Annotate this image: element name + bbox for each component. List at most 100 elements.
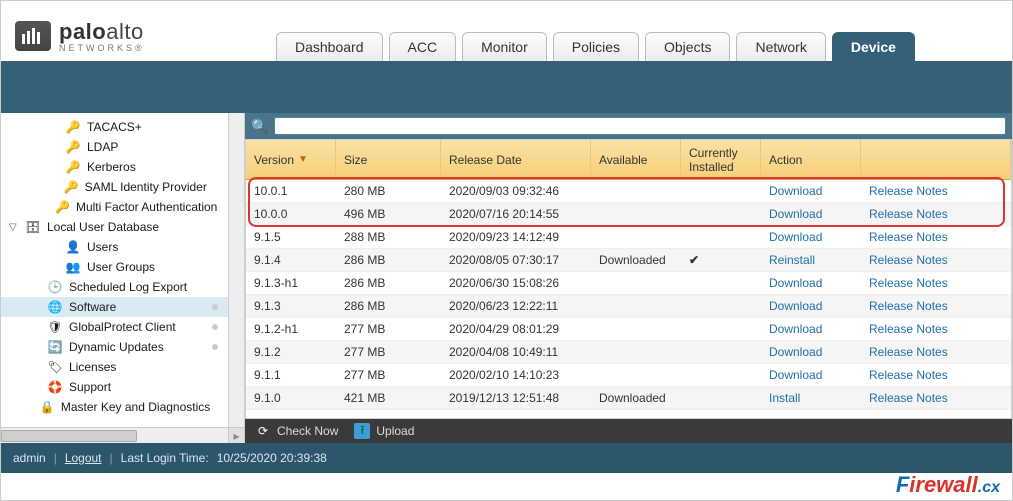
tab-dashboard[interactable]: Dashboard	[276, 32, 383, 61]
cell-action: Download	[761, 345, 861, 359]
logout-link[interactable]: Logout	[65, 451, 102, 465]
table-row[interactable]: 10.0.0496 MB2020/07/16 20:14:55DownloadR…	[246, 203, 1011, 226]
upload-button[interactable]: ⭱ Upload	[354, 423, 414, 439]
sidebar-h-scrollbar[interactable]: ▸	[1, 427, 244, 443]
col-release-date[interactable]: Release Date	[441, 140, 591, 179]
cell-notes-link[interactable]: Release Notes	[869, 184, 948, 198]
license-icon: 🏷	[47, 359, 63, 375]
cell-notes-link[interactable]: Release Notes	[869, 299, 948, 313]
brand-subtitle: NETWORKS®	[59, 43, 145, 53]
cell-action-link[interactable]: Download	[769, 184, 822, 198]
sidebar-item-saml-identity-provider[interactable]: 🔑SAML Identity Provider	[1, 177, 228, 197]
sidebar-item-kerberos[interactable]: 🔑Kerberos	[1, 157, 228, 177]
sidebar-item-label: Local User Database	[47, 220, 159, 234]
software-table: Version▼ Size Release Date Available Cur…	[245, 139, 1012, 419]
sidebar-item-master-key-and-diagnostics[interactable]: 🔒Master Key and Diagnostics	[1, 397, 228, 417]
cell-notes-link[interactable]: Release Notes	[869, 345, 948, 359]
check-now-button[interactable]: ⟳ Check Now	[255, 423, 338, 439]
col-action[interactable]: Action	[761, 140, 861, 179]
sidebar-item-user-groups[interactable]: 👥User Groups	[1, 257, 228, 277]
cell-date: 2020/08/05 07:30:17	[441, 253, 591, 267]
group-icon: 👥	[65, 259, 81, 275]
sidebar-item-licenses[interactable]: 🏷 Licenses	[1, 357, 228, 377]
cell-action: Download	[761, 276, 861, 290]
sidebar-item-ldap[interactable]: 🔑 LDAP	[1, 137, 228, 157]
table-row[interactable]: 10.0.1280 MB2020/09/03 09:32:46DownloadR…	[246, 180, 1011, 203]
tab-policies[interactable]: Policies	[553, 32, 639, 61]
cell-action: Reinstall	[761, 253, 861, 267]
cell-notes-link[interactable]: Release Notes	[869, 368, 948, 382]
cell-action-link[interactable]: Download	[769, 276, 822, 290]
table-row[interactable]: 9.1.3-h1286 MB2020/06/30 15:08:26Downloa…	[246, 272, 1011, 295]
cell-notes-link[interactable]: Release Notes	[869, 230, 948, 244]
key-icon: 🔑	[65, 139, 81, 155]
cell-version: 9.1.1	[246, 368, 336, 382]
sidebar-item-local-user-database[interactable]: ▽🗄Local User Database	[1, 217, 228, 237]
cell-notes-link[interactable]: Release Notes	[869, 322, 948, 336]
search-input[interactable]	[274, 117, 1006, 135]
table-row[interactable]: 9.1.0421 MB2019/12/13 12:51:48Downloaded…	[246, 387, 1011, 410]
cell-action: Download	[761, 299, 861, 313]
sidebar-item-tacacs-[interactable]: 🔑TACACS+	[1, 117, 228, 137]
cell-action-link[interactable]: Download	[769, 230, 822, 244]
cell-notes: Release Notes	[861, 368, 1011, 382]
cell-action-link[interactable]: Download	[769, 368, 822, 382]
cell-date: 2020/06/30 15:08:26	[441, 276, 591, 290]
sidebar-item-multi-factor-authentication[interactable]: 🔑Multi Factor Authentication	[1, 197, 228, 217]
sidebar-item-label: LDAP	[87, 140, 118, 154]
table-row[interactable]: 9.1.4286 MB2020/08/05 07:30:17Downloaded…	[246, 249, 1011, 272]
cell-notes-link[interactable]: Release Notes	[869, 207, 948, 221]
cell-action-link[interactable]: Download	[769, 207, 822, 221]
sidebar-item-label: Licenses	[69, 360, 116, 374]
cell-date: 2020/02/10 14:10:23	[441, 368, 591, 382]
brand-name: paloalto	[59, 19, 145, 45]
col-version[interactable]: Version▼	[246, 140, 336, 179]
tab-acc[interactable]: ACC	[389, 32, 457, 61]
sidebar-item-scheduled-log-export[interactable]: 🕒Scheduled Log Export	[1, 277, 228, 297]
search-icon[interactable]: 🔍	[251, 118, 268, 135]
cell-action-link[interactable]: Download	[769, 322, 822, 336]
cell-action-link[interactable]: Download	[769, 299, 822, 313]
cell-action-link[interactable]: Download	[769, 345, 822, 359]
col-available[interactable]: Available	[591, 140, 681, 179]
col-notes[interactable]	[861, 140, 1011, 179]
header: paloalto NETWORKS® DashboardACCMonitorPo…	[1, 1, 1012, 61]
cell-version: 9.1.2-h1	[246, 322, 336, 336]
indicator-dot	[212, 304, 218, 310]
sidebar-item-software[interactable]: 🌐Software	[1, 297, 228, 317]
cell-installed: ✔	[681, 253, 761, 267]
tab-monitor[interactable]: Monitor	[462, 32, 547, 61]
cell-action-link[interactable]: Install	[769, 391, 800, 405]
table-row[interactable]: 9.1.5288 MB2020/09/23 14:12:49DownloadRe…	[246, 226, 1011, 249]
cell-version: 9.1.4	[246, 253, 336, 267]
indicator-dot	[212, 344, 218, 350]
cell-action-link[interactable]: Reinstall	[769, 253, 815, 267]
col-size[interactable]: Size	[336, 140, 441, 179]
table-row[interactable]: 9.1.1277 MB2020/02/10 14:10:23DownloadRe…	[246, 364, 1011, 387]
sidebar-item-support[interactable]: 🛟Support	[1, 377, 228, 397]
sidebar-item-users[interactable]: 👤Users	[1, 237, 228, 257]
cell-size: 286 MB	[336, 299, 441, 313]
table-row[interactable]: 9.1.2-h1277 MB2020/04/29 08:01:29Downloa…	[246, 318, 1011, 341]
col-currently-installed[interactable]: Currently Installed	[681, 140, 761, 179]
sidebar-scrollbar[interactable]	[228, 113, 244, 427]
footer: admin | Logout | Last Login Time: 10/25/…	[1, 443, 1012, 473]
cell-action: Install	[761, 391, 861, 405]
shield-icon: 🛡	[47, 319, 63, 335]
cell-notes: Release Notes	[861, 253, 1011, 267]
tab-objects[interactable]: Objects	[645, 32, 730, 61]
table-row[interactable]: 9.1.2277 MB2020/04/08 10:49:11DownloadRe…	[246, 341, 1011, 364]
cell-notes-link[interactable]: Release Notes	[869, 276, 948, 290]
cell-date: 2019/12/13 12:51:48	[441, 391, 591, 405]
cell-size: 277 MB	[336, 322, 441, 336]
cell-version: 10.0.0	[246, 207, 336, 221]
sidebar-item-label: Software	[69, 300, 116, 314]
tab-network[interactable]: Network	[736, 32, 825, 61]
sidebar-item-globalprotect-client[interactable]: 🛡GlobalProtect Client	[1, 317, 228, 337]
cell-size: 286 MB	[336, 253, 441, 267]
table-row[interactable]: 9.1.3286 MB2020/06/23 12:22:11DownloadRe…	[246, 295, 1011, 318]
tab-device[interactable]: Device	[832, 32, 915, 61]
cell-notes-link[interactable]: Release Notes	[869, 253, 948, 267]
cell-notes-link[interactable]: Release Notes	[869, 391, 948, 405]
sidebar-item-dynamic-updates[interactable]: 🔄Dynamic Updates	[1, 337, 228, 357]
